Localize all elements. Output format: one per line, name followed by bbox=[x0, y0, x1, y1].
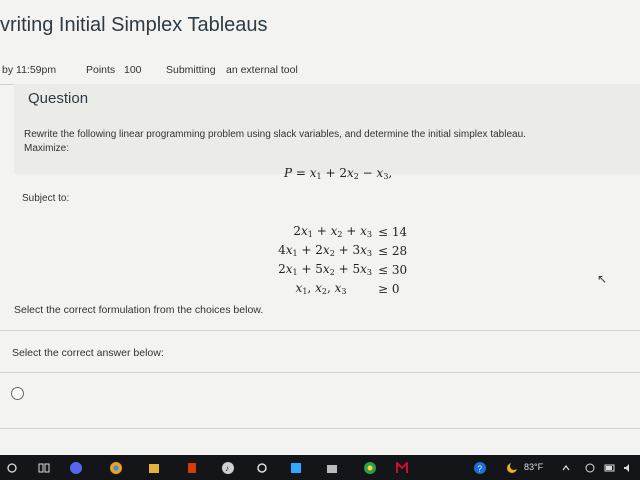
submitting-label: Submitting bbox=[166, 64, 216, 76]
moon-icon bbox=[506, 462, 518, 474]
objective-function: P = x1 + 2x2 − x3, bbox=[284, 166, 393, 181]
chevron-up-icon[interactable] bbox=[560, 462, 572, 474]
question-heading: Question bbox=[28, 90, 89, 107]
constraint-row: x1, x2, x3 ≥ 0 bbox=[295, 281, 400, 296]
maximize-label: Maximize: bbox=[24, 143, 70, 154]
divider bbox=[0, 428, 640, 429]
office-icon[interactable] bbox=[186, 462, 198, 474]
task-view-icon[interactable] bbox=[38, 462, 50, 474]
page-title: vriting Initial Simplex Tableaus bbox=[0, 14, 268, 36]
subject-to-label: Subject to: bbox=[22, 193, 70, 204]
chrome-2-icon[interactable] bbox=[364, 462, 376, 474]
mcafee-icon[interactable] bbox=[396, 462, 408, 474]
answer-prompt: Select the correct answer below: bbox=[12, 347, 164, 359]
svg-text:♪: ♪ bbox=[225, 464, 229, 473]
meta-row: by 11:59pm Points 100 Submitting an exte… bbox=[0, 58, 640, 85]
prompt-text: Rewrite the following linear programming… bbox=[24, 129, 526, 140]
files-icon[interactable] bbox=[148, 462, 160, 474]
photoshop-icon[interactable] bbox=[290, 462, 302, 474]
points-label: Points bbox=[86, 64, 116, 76]
constraint-row: 2x1 + x2 + x3 ≤ 14 bbox=[293, 224, 408, 239]
steam-icon[interactable] bbox=[256, 462, 268, 474]
question-prompt: Rewrite the following linear programming… bbox=[24, 128, 624, 156]
divider bbox=[0, 372, 640, 373]
divider bbox=[0, 330, 640, 331]
chrome-icon[interactable] bbox=[110, 462, 122, 474]
points-value: 100 bbox=[124, 64, 142, 76]
network-icon[interactable] bbox=[584, 462, 596, 474]
store-icon[interactable] bbox=[326, 462, 338, 474]
windows-icon[interactable] bbox=[6, 462, 18, 474]
svg-text:?: ? bbox=[478, 465, 483, 474]
discord-icon[interactable] bbox=[70, 462, 82, 474]
taskbar bbox=[0, 455, 640, 480]
help-icon[interactable]: ? bbox=[474, 462, 486, 474]
instruction-text: Select the correct formulation from the … bbox=[14, 304, 264, 316]
volume-icon[interactable] bbox=[622, 462, 634, 474]
page: vriting Initial Simplex Tableaus by 11:5… bbox=[0, 0, 640, 455]
answer-radio[interactable] bbox=[11, 387, 24, 400]
battery-icon[interactable] bbox=[604, 462, 616, 474]
constraint-row: 2x1 + 5x2 + 5x3 ≤ 30 bbox=[278, 262, 408, 277]
weather-text: 83°F bbox=[524, 462, 544, 472]
constraints: 2x1 + x2 + x3 ≤ 14 4x1 + 2x2 + 3x3 ≤ 28 … bbox=[270, 222, 418, 298]
mouse-cursor-icon: ↖ bbox=[597, 272, 608, 286]
due-label: by 11:59pm bbox=[2, 64, 57, 76]
constraint-row: 4x1 + 2x2 + 3x3 ≤ 28 bbox=[278, 243, 408, 258]
submitting-value: an external tool bbox=[226, 64, 298, 76]
music-icon[interactable]: ♪ bbox=[222, 462, 234, 474]
